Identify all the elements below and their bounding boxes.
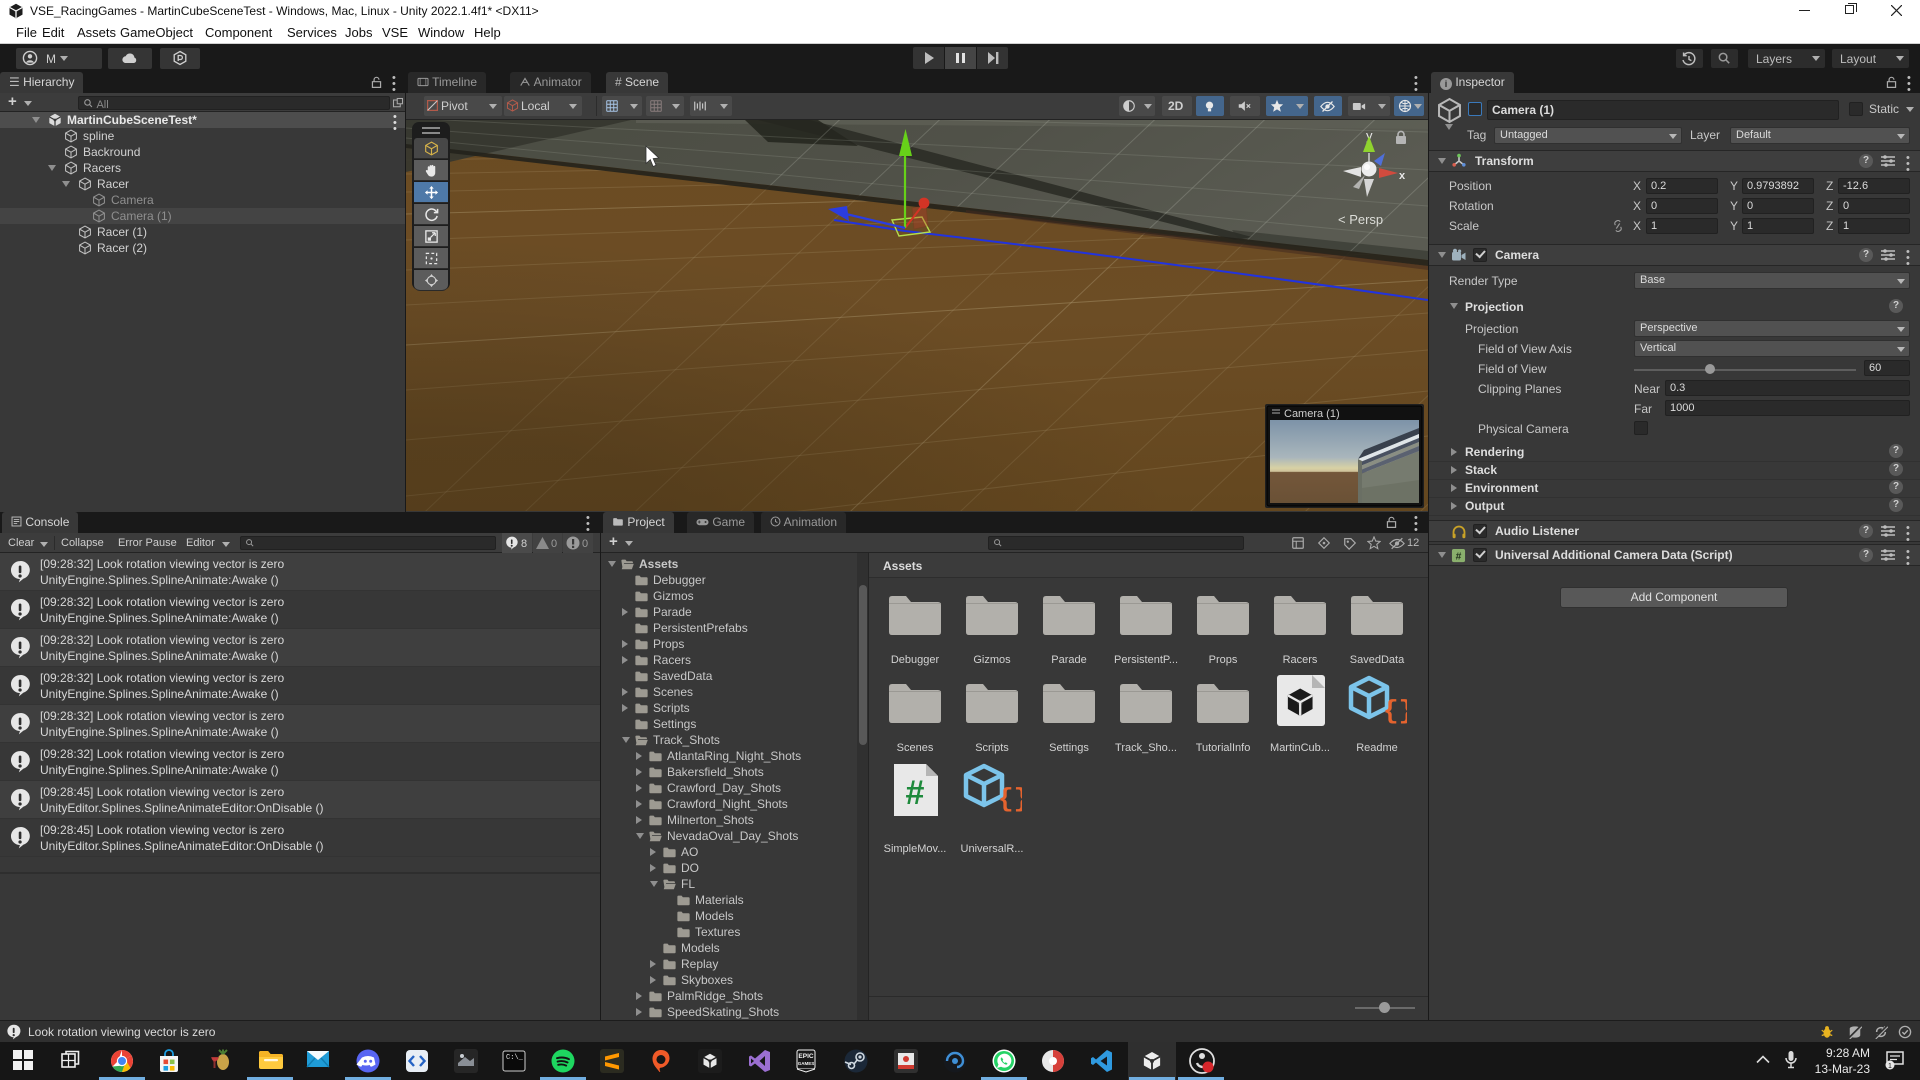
- svg-text:{}: {}: [998, 784, 1022, 814]
- svg-text:GAMES: GAMES: [798, 1061, 815, 1066]
- svg-text:{}: {}: [1383, 696, 1407, 726]
- svg-text:#: #: [906, 774, 925, 812]
- svg-text:1: 1: [1888, 1063, 1892, 1070]
- svg-text:EPIC: EPIC: [798, 1053, 813, 1060]
- svg-text:C:\_: C:\_: [506, 1054, 524, 1062]
